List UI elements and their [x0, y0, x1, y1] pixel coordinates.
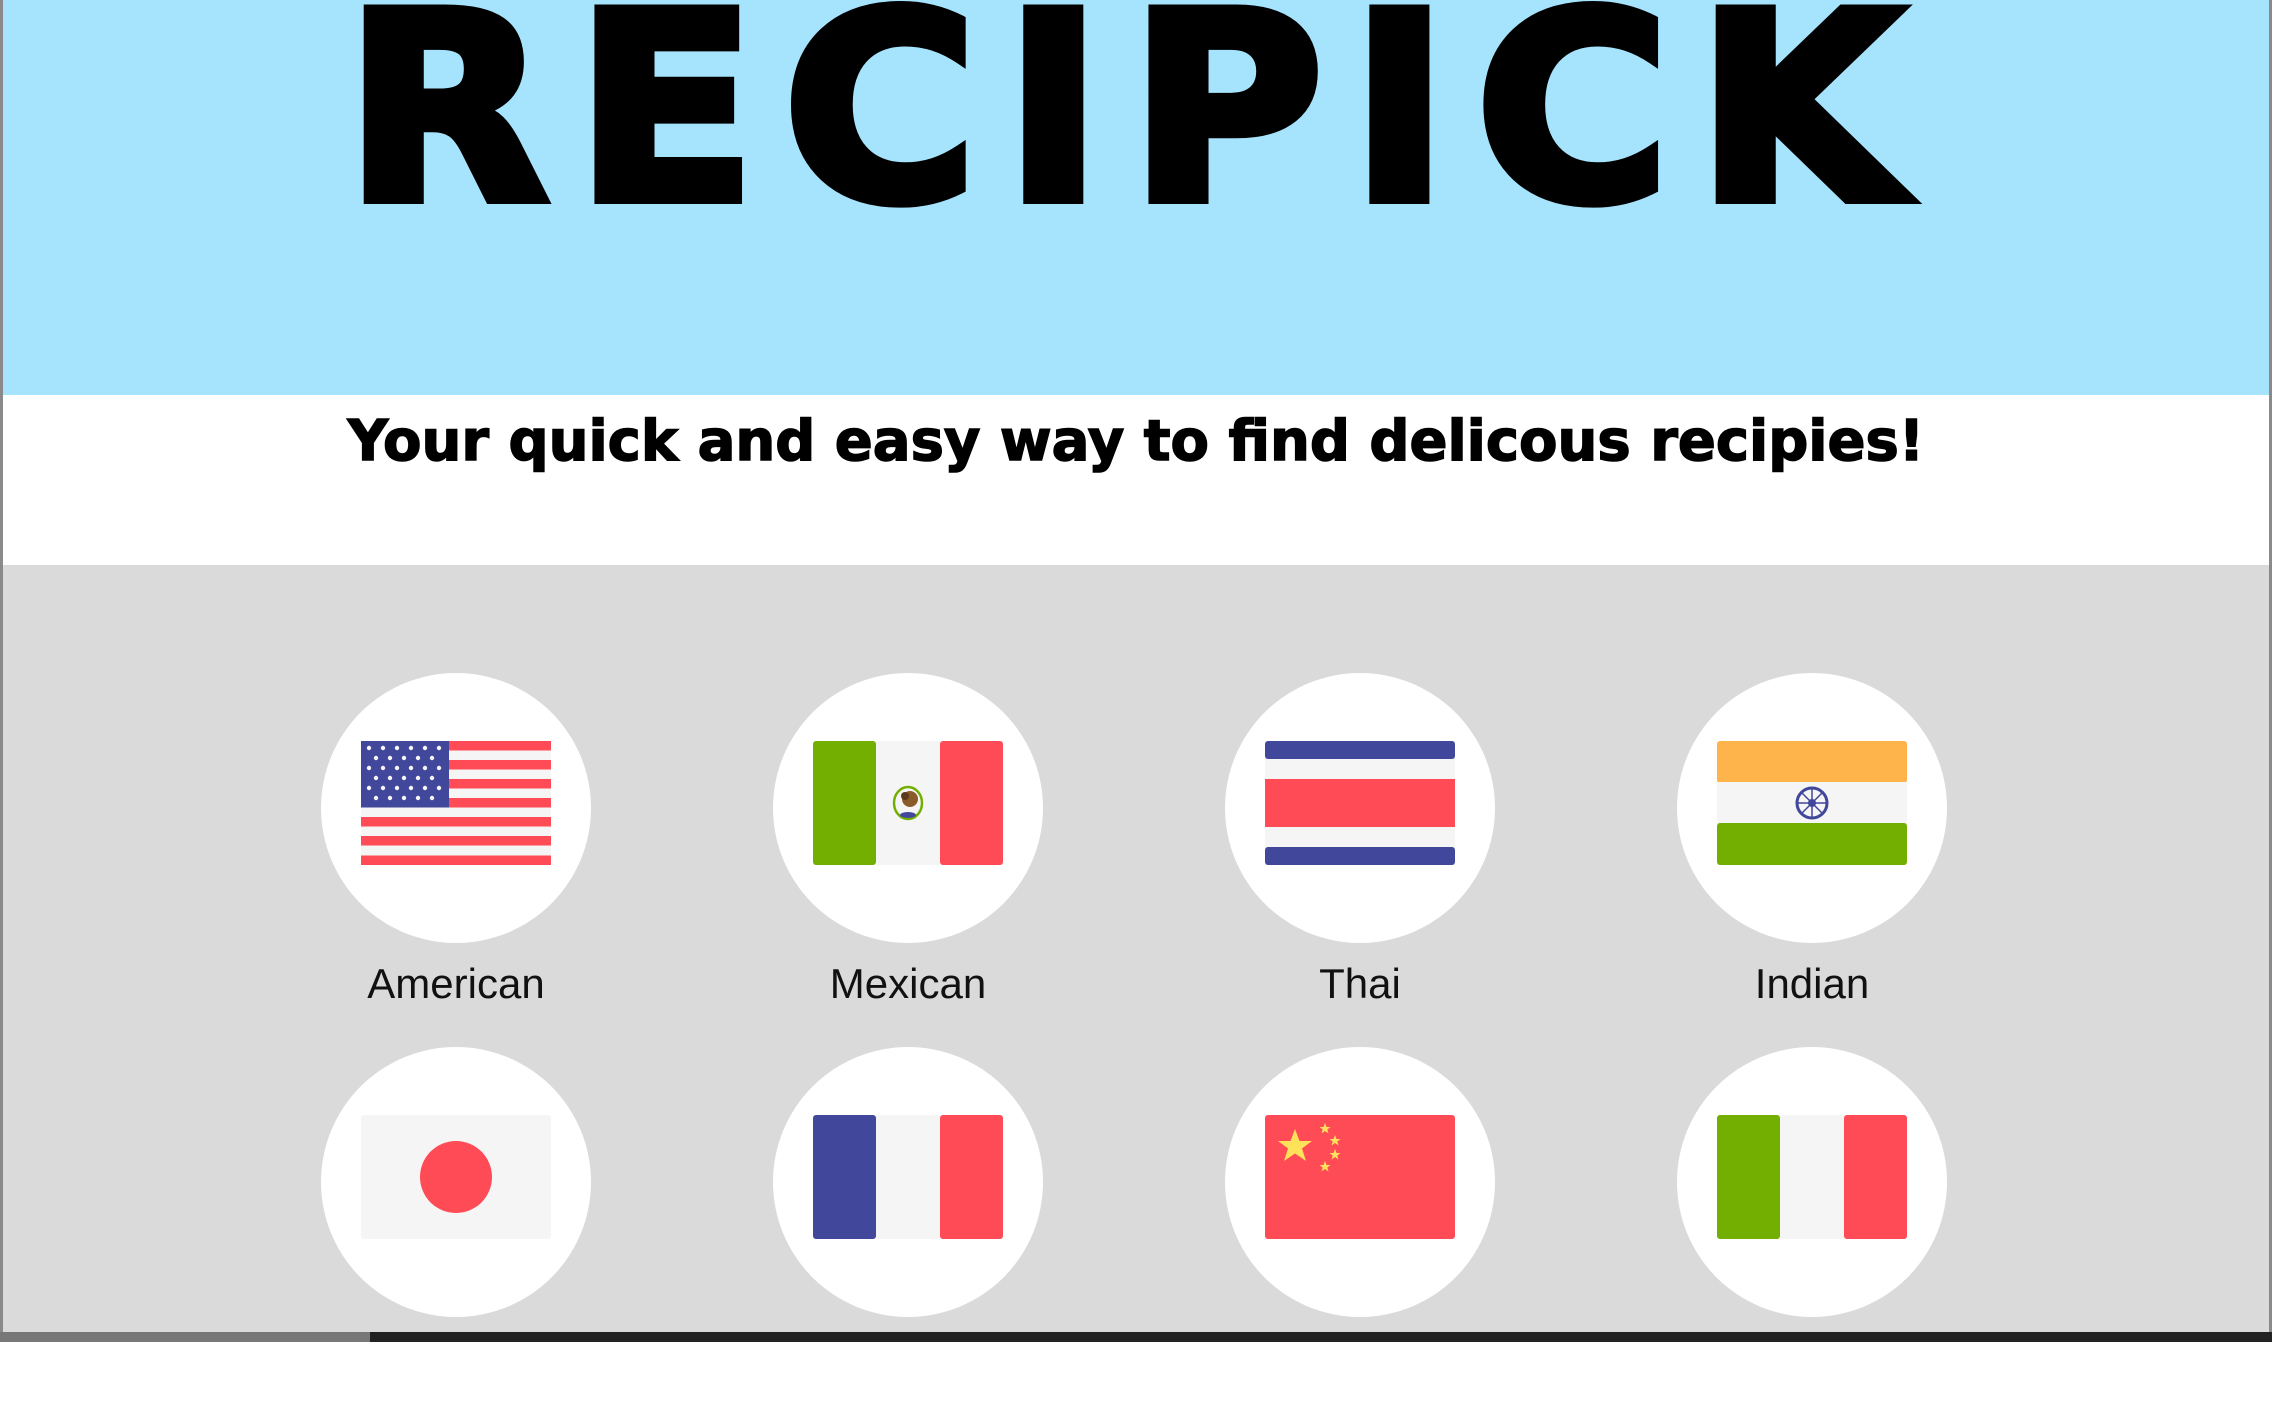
cuisine-card-french[interactable] — [758, 1047, 1058, 1402]
cuisine-label[interactable]: Mexican — [758, 960, 1058, 1008]
flag-circle[interactable] — [1677, 673, 1947, 943]
cuisine-grid: American Mexican Thai Indian — [3, 565, 2269, 1332]
cuisine-card-indian[interactable]: Indian — [1662, 673, 1962, 1028]
tagline: Your quick and easy way to find delicous… — [347, 409, 1925, 476]
horizontal-scrollbar[interactable] — [0, 1332, 2272, 1342]
flag-circle[interactable] — [1677, 1047, 1947, 1317]
japan-flag-icon — [361, 1115, 551, 1239]
cuisine-label[interactable]: Thai — [1210, 960, 1510, 1008]
cuisine-label[interactable]: American — [306, 960, 606, 1008]
flag-circle[interactable] — [1225, 673, 1495, 943]
italy-flag-icon — [1717, 1115, 1907, 1239]
cuisine-card-chinese[interactable] — [1210, 1047, 1510, 1402]
cuisine-label[interactable]: Indian — [1662, 960, 1962, 1008]
flag-circle[interactable] — [773, 1047, 1043, 1317]
cuisine-card-japanese[interactable] — [306, 1047, 606, 1402]
france-flag-icon — [813, 1115, 1003, 1239]
scrollbar-thumb[interactable] — [0, 1332, 370, 1342]
india-flag-icon — [1717, 741, 1907, 865]
flag-circle[interactable] — [773, 673, 1043, 943]
flag-circle[interactable] — [321, 673, 591, 943]
china-flag-icon — [1265, 1115, 1455, 1239]
cuisine-card-italian[interactable] — [1662, 1047, 1962, 1402]
thailand-flag-icon — [1265, 741, 1455, 865]
cuisine-card-mexican[interactable]: Mexican — [758, 673, 1058, 1028]
header-banner: RECIPICK — [3, 0, 2269, 395]
tagline-bar: Your quick and easy way to find delicous… — [3, 395, 2269, 565]
flag-circle[interactable] — [321, 1047, 591, 1317]
flag-circle[interactable] — [1225, 1047, 1495, 1317]
cuisine-card-american[interactable]: American — [306, 673, 606, 1028]
app-title: RECIPICK — [339, 0, 1928, 262]
usa-flag-icon — [361, 741, 551, 865]
mexico-flag-icon — [813, 741, 1003, 865]
cuisine-card-thai[interactable]: Thai — [1210, 673, 1510, 1028]
